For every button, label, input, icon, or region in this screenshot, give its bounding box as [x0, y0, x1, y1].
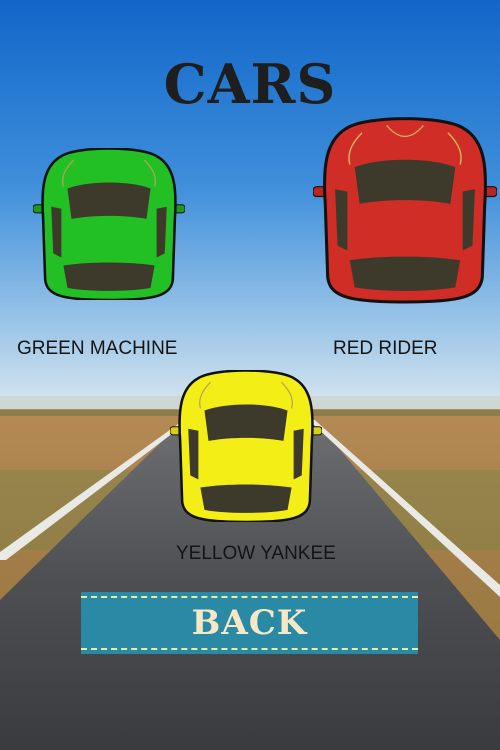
back-button[interactable]: BACK	[81, 592, 418, 654]
page-title: CARS	[163, 52, 337, 116]
green-car-option[interactable]	[33, 148, 185, 300]
red-car-label: RED RIDER	[333, 338, 438, 359]
red-car-icon	[313, 117, 497, 304]
back-button-label: BACK	[191, 603, 308, 643]
green-car-label: GREEN MACHINE	[17, 338, 178, 359]
yellow-car-icon	[170, 370, 322, 522]
yellow-car-label: YELLOW YANKEE	[176, 543, 336, 564]
red-car-option[interactable]	[313, 116, 497, 304]
yellow-car-option[interactable]	[170, 370, 322, 522]
green-car-icon	[33, 148, 185, 300]
